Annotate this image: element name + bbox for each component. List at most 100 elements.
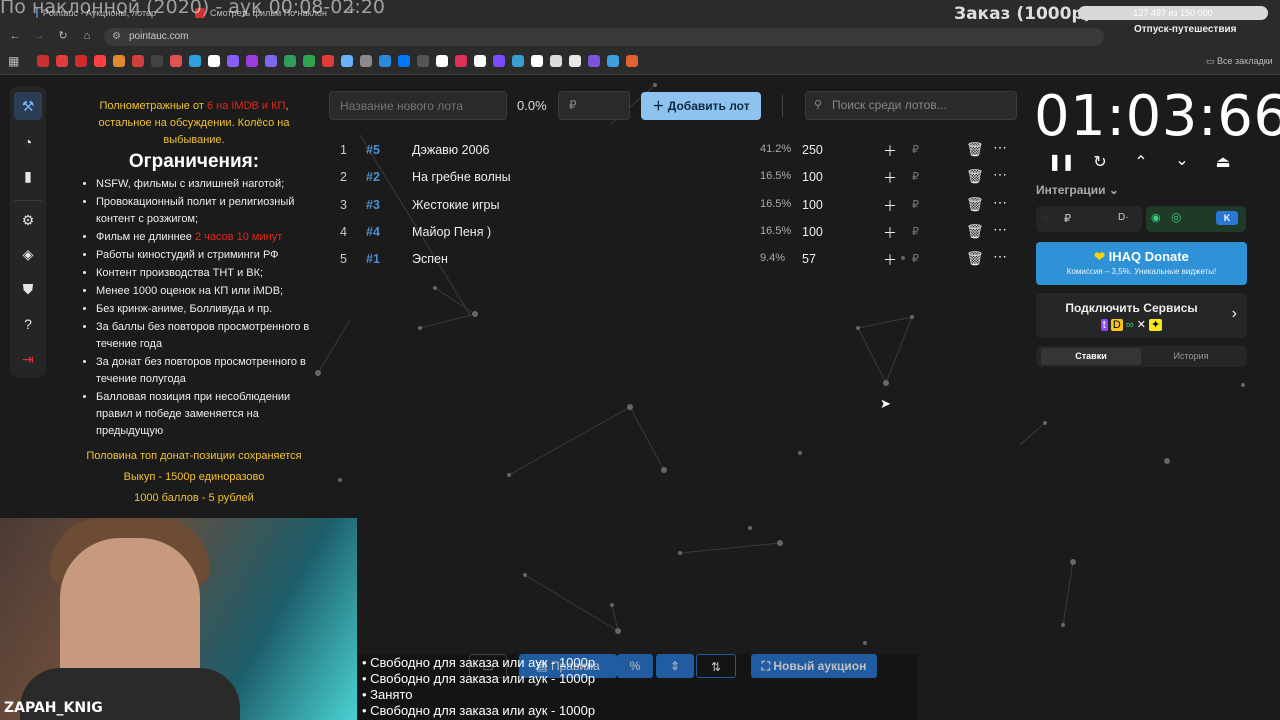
add-lot-button[interactable]: ＋ Добавить лот [641, 92, 761, 120]
amount-input[interactable]: ₽ [558, 91, 630, 120]
lot-amount[interactable]: 100 [802, 170, 823, 184]
add-amount-plus-icon[interactable]: ＋ [883, 141, 897, 161]
bookmark-icon[interactable] [398, 55, 410, 67]
trash-icon[interactable]: 🗑 [966, 250, 984, 267]
more-options-icon[interactable]: ⋯ [993, 194, 1007, 211]
lot-row[interactable]: 3 #3 Жестокие игры 16.5% 100 ＋ ₽ 🗑 ⋯ [330, 192, 1016, 218]
pause-icon[interactable]: ❚❚ [1048, 152, 1075, 174]
reload-icon[interactable]: ↻ [56, 29, 70, 43]
connect-services-button[interactable]: Подключить Сервисы t D ∞ ✕ ✦ › [1036, 293, 1247, 338]
chevron-down-icon[interactable]: ⌄ [1171, 150, 1193, 172]
lot-row[interactable]: 1 #5 Дэжавю 2006 41.2% 250 ＋ ₽ 🗑 ⋯ [330, 137, 1016, 163]
more-options-icon[interactable]: ⋯ [993, 166, 1007, 183]
bookmark-icon[interactable] [531, 55, 543, 67]
lot-name[interactable]: Жестокие игры [412, 198, 499, 212]
bookmark-icon[interactable] [208, 55, 220, 67]
tab-history[interactable]: История [1141, 348, 1241, 365]
bookmark-icon[interactable] [569, 55, 581, 67]
trash-icon[interactable]: 🗑 [966, 141, 984, 158]
bookmark-icon[interactable] [113, 55, 125, 67]
trash-icon[interactable]: 🗑 [966, 196, 984, 213]
bookmark-icon[interactable] [588, 55, 600, 67]
bookmark-icon[interactable] [474, 55, 486, 67]
stream-title-overlay: По наклонной (2020) - аук 00:08-02:20 [0, 0, 386, 18]
site-info-icon[interactable]: ⚙ [112, 31, 121, 42]
home-icon[interactable]: ⌂ [80, 29, 94, 43]
lot-row[interactable]: 2 #2 На гребне волны 16.5% 100 ＋ ₽ 🗑 ⋯ [330, 164, 1016, 190]
integrations-toggle[interactable]: Интеграции ⌄ [1036, 183, 1119, 197]
url-text: pointauc.com [129, 31, 189, 42]
bookmark-icon[interactable] [189, 55, 201, 67]
more-options-icon[interactable]: ⋯ [993, 248, 1007, 265]
bookmark-icon[interactable] [132, 55, 144, 67]
trash-icon[interactable]: 🗑 [966, 223, 984, 240]
lot-fast-id: #3 [366, 197, 380, 212]
bookmark-icon[interactable] [379, 55, 391, 67]
twitch-icon: t [1100, 319, 1108, 331]
bookmark-icon[interactable] [455, 55, 467, 67]
bookmark-icon[interactable] [246, 55, 258, 67]
more-options-icon[interactable]: ⋯ [993, 139, 1007, 156]
lot-amount[interactable]: 57 [802, 252, 816, 266]
lot-row[interactable]: 5 #1 Эспен 9.4% 57 ＋ ₽ 🗑 ⋯ [330, 246, 1016, 272]
lot-amount[interactable]: 100 [802, 225, 823, 239]
tab-bets[interactable]: Ставки [1041, 348, 1141, 365]
add-amount-plus-icon[interactable]: ＋ [883, 196, 897, 216]
lot-name[interactable]: Эспен [412, 252, 448, 266]
bookmark-icon[interactable] [303, 55, 315, 67]
logout-icon[interactable]: ⇥ [18, 349, 38, 369]
bookmark-icon[interactable] [284, 55, 296, 67]
layers-icon[interactable]: ◈ [18, 244, 38, 264]
rules-footer-1: Половина топ донат-позиции сохраняется [86, 450, 302, 462]
bookmark-icon[interactable] [607, 55, 619, 67]
all-bookmarks-link[interactable]: ▭ Все закладки [1206, 56, 1273, 67]
lot-search-input[interactable]: Поиск среди лотов... [805, 91, 1017, 120]
chevron-up-icon[interactable]: ⌃ [1130, 152, 1152, 174]
gear-icon[interactable]: ⚙ [18, 210, 38, 230]
lot-row[interactable]: 4 #4 Майор Пеня ) 16.5% 100 ＋ ₽ 🗑 ⋯ [330, 219, 1016, 245]
lot-amount[interactable]: 250 [802, 143, 823, 157]
bookmark-icon[interactable] [341, 55, 353, 67]
bookmark-icon[interactable] [151, 55, 163, 67]
back-arrow-icon[interactable]: ← [8, 29, 22, 43]
reset-icon[interactable]: ↻ [1089, 152, 1111, 174]
bookmark-icon[interactable] [436, 55, 448, 67]
bookmark-icon[interactable] [170, 55, 182, 67]
add-amount-plus-icon[interactable]: ＋ [883, 168, 897, 188]
lot-amount[interactable]: 100 [802, 198, 823, 212]
bookmark-icon[interactable] [227, 55, 239, 67]
bookmark-icon[interactable] [550, 55, 562, 67]
lot-fast-id: #5 [366, 143, 380, 157]
rule-item: Балловая позиция при несоблюдении правил… [96, 389, 314, 440]
bookmark-icon[interactable] [265, 55, 277, 67]
lot-percent: 41.2% [760, 143, 792, 155]
new-lot-input[interactable] [329, 91, 507, 120]
bookmark-icon[interactable] [75, 55, 87, 67]
bookmark-icon[interactable] [417, 55, 429, 67]
bookmark-icon[interactable] [512, 55, 524, 67]
help-icon[interactable]: ? [18, 314, 38, 334]
bookmark-icon[interactable] [37, 55, 49, 67]
lot-name[interactable]: Майор Пеня ) [412, 225, 491, 239]
pie-chart-icon[interactable]: ◔ [18, 132, 38, 152]
bookmark-icon[interactable] [94, 55, 106, 67]
forward-arrow-icon[interactable]: → [32, 29, 46, 43]
add-amount-plus-icon[interactable]: ＋ [883, 223, 897, 243]
max-time-icon[interactable]: ⏏ [1212, 152, 1234, 174]
bookmark-icon[interactable] [322, 55, 334, 67]
lot-name[interactable]: Дэжавю 2006 [412, 143, 489, 157]
url-bar[interactable]: pointauc.com [104, 28, 1104, 46]
apps-grid-icon[interactable]: ▦ [8, 54, 19, 68]
add-amount-plus-icon[interactable]: ＋ [883, 250, 897, 270]
lot-name[interactable]: На гребне волны [412, 170, 511, 184]
ihaq-donate-banner[interactable]: ❤ IHAQ Donate Комиссия – 3,5%. Уникальны… [1036, 242, 1247, 285]
bookmark-icon[interactable] [626, 55, 638, 67]
bookmark-icon[interactable] [493, 55, 505, 67]
shield-icon[interactable]: ⛊ [18, 279, 38, 299]
bar-chart-icon[interactable]: ▮ [18, 166, 38, 186]
bookmark-icon[interactable] [360, 55, 372, 67]
hammer-icon[interactable]: ⚒ [18, 96, 38, 116]
more-options-icon[interactable]: ⋯ [993, 221, 1007, 238]
bookmark-icon[interactable] [56, 55, 68, 67]
trash-icon[interactable]: 🗑 [966, 168, 984, 185]
